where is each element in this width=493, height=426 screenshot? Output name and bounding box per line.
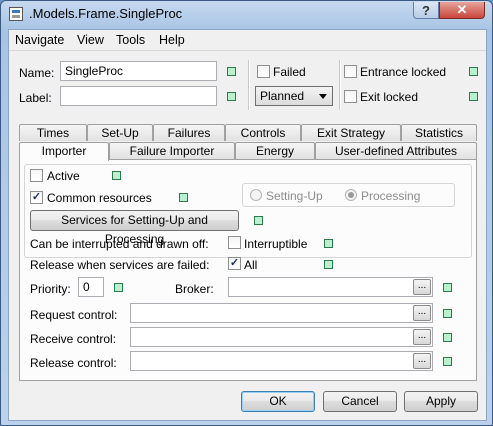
close-button[interactable]: ✕	[439, 2, 485, 19]
apply-button[interactable]: Apply	[404, 391, 478, 412]
status-value: Planned	[260, 89, 305, 103]
setting-up-label: Setting-Up	[266, 189, 323, 203]
interruptible-label: Interruptible	[244, 237, 308, 251]
request-control-label: Request control:	[30, 308, 118, 322]
dialog-client: Navigate View Tools Help Name: Label: Fa…	[8, 29, 487, 421]
failed-checkbox[interactable]	[257, 65, 270, 78]
help-icon: ?	[422, 2, 430, 18]
exit-locked-label: Exit locked	[360, 90, 419, 104]
menu-tools[interactable]: Tools	[116, 33, 145, 47]
label-input[interactable]	[60, 86, 217, 106]
entrance-locked-checkbox[interactable]	[344, 65, 357, 78]
priority-label: Priority:	[30, 282, 71, 296]
processing-radio[interactable]	[345, 189, 357, 201]
tab-failure-importer[interactable]: Failure Importer	[109, 142, 235, 159]
common-resources-label: Common resources	[47, 191, 152, 205]
release-control-inherit-indicator[interactable]	[443, 357, 452, 366]
menu-bar: Navigate View Tools Help	[9, 30, 486, 51]
priority-inherit-indicator[interactable]	[114, 283, 123, 292]
dialog-window: .Models.Frame.SingleProc ? ✕ Navigate Vi…	[0, 0, 493, 426]
app-icon	[9, 7, 23, 21]
failed-label: Failed	[273, 65, 306, 79]
broker-input[interactable]	[228, 277, 433, 297]
tab-set-up[interactable]: Set-Up	[87, 124, 153, 141]
receive-control-label: Receive control:	[30, 332, 117, 346]
menu-help[interactable]: Help	[159, 33, 185, 47]
all-checkbox[interactable]: ✓	[228, 257, 241, 270]
window-title: .Models.Frame.SingleProc	[29, 6, 183, 21]
setting-up-radio[interactable]	[250, 189, 262, 201]
header-divider-2	[339, 60, 341, 110]
common-resources-checkbox[interactable]: ✓	[30, 191, 43, 204]
release-failed-label: Release when services are failed:	[30, 258, 210, 272]
title-bar[interactable]: .Models.Frame.SingleProc ? ✕	[1, 1, 492, 27]
interruptible-checkbox[interactable]	[228, 236, 241, 249]
processing-label: Processing	[361, 189, 421, 203]
menu-navigate[interactable]: Navigate	[15, 33, 64, 47]
interrupt-label: Can be interrupted and drawn off:	[30, 237, 209, 251]
release-control-input[interactable]	[130, 351, 433, 371]
all-inherit-indicator[interactable]	[324, 260, 333, 269]
entrance-locked-label: Entrance locked	[360, 65, 447, 79]
exit-locked-checkbox[interactable]	[344, 90, 357, 103]
active-checkbox[interactable]	[30, 169, 43, 182]
receive-control-input[interactable]	[130, 327, 433, 347]
importer-panel: Active ✓ Common resources Setting-Up Pro…	[19, 159, 477, 381]
request-control-input[interactable]	[130, 303, 433, 323]
broker-label: Broker:	[175, 282, 214, 296]
active-label: Active	[47, 169, 80, 183]
entrance-locked-inherit-indicator[interactable]	[469, 67, 478, 76]
broker-inherit-indicator[interactable]	[443, 283, 452, 292]
cancel-button[interactable]: Cancel	[323, 391, 397, 412]
checkmark-icon: ✓	[229, 257, 240, 269]
tab-statistics[interactable]: Statistics	[401, 124, 477, 141]
header-divider	[248, 60, 250, 110]
release-control-browse-button[interactable]: ...	[413, 353, 431, 369]
receive-control-browse-button[interactable]: ...	[413, 329, 431, 345]
name-input[interactable]	[60, 61, 217, 81]
status-select[interactable]: Planned	[255, 86, 333, 106]
broker-browse-button[interactable]: ...	[413, 279, 431, 295]
name-inherit-indicator[interactable]	[227, 67, 236, 76]
tab-exit-strategy[interactable]: Exit Strategy	[301, 124, 401, 141]
tab-importer[interactable]: Importer	[19, 142, 109, 161]
name-label: Name:	[19, 66, 55, 80]
request-control-browse-button[interactable]: ...	[413, 305, 431, 321]
services-inherit-indicator[interactable]	[254, 216, 263, 225]
menu-view[interactable]: View	[77, 33, 104, 47]
tab-energy[interactable]: Energy	[235, 142, 315, 159]
checkmark-icon: ✓	[31, 191, 42, 203]
receive-control-inherit-indicator[interactable]	[443, 333, 452, 342]
active-inherit-indicator[interactable]	[112, 171, 121, 180]
label-inherit-indicator[interactable]	[227, 92, 236, 101]
priority-input[interactable]	[78, 277, 104, 297]
tab-times[interactable]: Times	[19, 124, 87, 141]
tab-user-defined-attributes[interactable]: User-defined Attributes	[315, 142, 477, 159]
exit-locked-inherit-indicator[interactable]	[469, 92, 478, 101]
tab-failures[interactable]: Failures	[153, 124, 225, 141]
release-control-label: Release control:	[30, 356, 117, 370]
tab-controls[interactable]: Controls	[225, 124, 301, 141]
label-label: Label:	[19, 91, 52, 105]
all-label: All	[244, 258, 258, 272]
close-icon: ✕	[456, 2, 468, 17]
help-button[interactable]: ?	[413, 2, 439, 19]
services-button[interactable]: Services for Setting-Up and Processing	[30, 210, 239, 246]
request-control-inherit-indicator[interactable]	[443, 309, 452, 318]
common-resources-inherit-indicator[interactable]	[179, 193, 188, 202]
chevron-down-icon	[319, 94, 327, 99]
interruptible-inherit-indicator[interactable]	[324, 239, 333, 248]
ok-button[interactable]: OK	[241, 391, 315, 412]
